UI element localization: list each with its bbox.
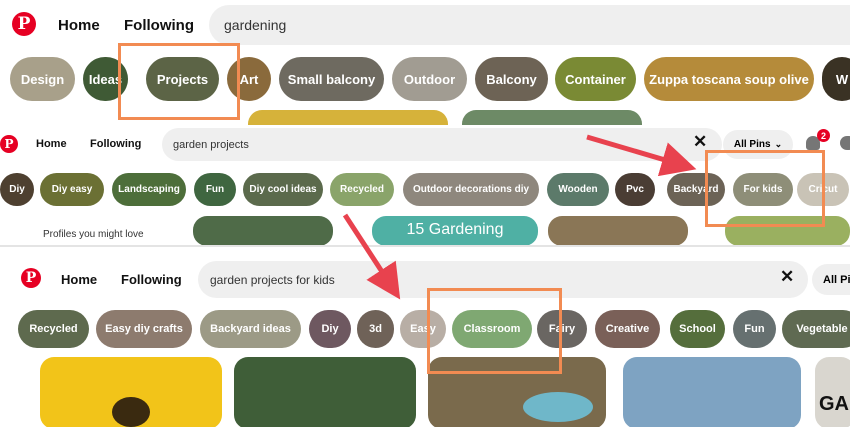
chip-recycled[interactable]: Recycled — [330, 173, 394, 206]
messages-icon[interactable] — [840, 136, 850, 150]
chip-row: Recycled Easy diy crafts Backyard ideas Diy… — [0, 310, 850, 350]
search-input[interactable]: garden projects for kids — [198, 261, 808, 298]
search-query: garden projects — [173, 138, 249, 151]
chip-pvc[interactable]: Pvc — [615, 173, 655, 206]
pin-thumbnail[interactable] — [40, 357, 222, 427]
flower-center — [112, 397, 150, 427]
chip-creative[interactable]: Creative — [595, 310, 660, 348]
chip-vegetable[interactable]: Vegetable — [782, 310, 850, 348]
screenshot-garden-projects-for-kids: P Home Following garden projects for kid… — [0, 245, 850, 427]
nav-home-link[interactable]: Home — [61, 272, 97, 287]
chip-row: Diy Diy easy Landscaping Fun Diy cool ideas R… — [0, 173, 850, 207]
chip-for-kids[interactable]: For kids — [733, 173, 793, 206]
chip-w[interactable]: W — [822, 57, 850, 101]
sidebar-profiles-text: Profiles you might love — [43, 229, 144, 240]
chip-container[interactable]: Container — [555, 57, 636, 101]
nav-home-link[interactable]: Home — [36, 138, 67, 150]
chip-classroom[interactable]: Classroom — [452, 310, 532, 348]
nav-home-link[interactable]: Home — [58, 17, 100, 34]
filter-label: All Pi — [823, 273, 850, 286]
chip-small-balcony[interactable]: Small balcony — [279, 57, 384, 101]
chip-recycled[interactable]: Recycled — [18, 310, 89, 348]
screenshot-gardening: P Home Following gardening Design Ideas Pr… — [0, 0, 850, 125]
nav-following-link[interactable]: Following — [124, 17, 194, 34]
chip-outdoor-decorations-diy[interactable]: Outdoor decorations diy — [403, 173, 539, 206]
chip-backyard[interactable]: Backyard — [667, 173, 725, 206]
nav-following-link[interactable]: Following — [90, 138, 141, 150]
chip-fun[interactable]: Fun — [194, 173, 236, 206]
chip-3d[interactable]: 3d — [357, 310, 394, 348]
pin-tile-text: 15 Gardening — [406, 221, 504, 238]
chip-diy[interactable]: Diy — [0, 173, 34, 206]
clear-search-icon[interactable]: ✕ — [693, 132, 707, 152]
chip-wooden[interactable]: Wooden — [547, 173, 609, 206]
pin-thumbnail[interactable]: GA — [815, 357, 850, 427]
search-query: garden projects for kids — [210, 272, 335, 287]
chip-fun[interactable]: Fun — [733, 310, 776, 348]
chip-easy[interactable]: Easy — [400, 310, 446, 348]
pin-tile-text: GA — [819, 393, 849, 415]
chip-fairy[interactable]: Fairy — [537, 310, 587, 348]
nav-following-link[interactable]: Following — [121, 272, 182, 287]
mosaic-tile — [523, 392, 593, 422]
chip-diy-cool-ideas[interactable]: Diy cool ideas — [243, 173, 323, 206]
chip-diy-easy[interactable]: Diy easy — [40, 173, 104, 206]
clear-search-icon[interactable]: ✕ — [780, 267, 794, 287]
filter-dropdown[interactable]: All Pi — [812, 264, 850, 295]
pin-thumbnail[interactable] — [193, 216, 333, 245]
notification-badge: 2 — [817, 129, 830, 142]
screenshot-garden-projects: P Home Following garden projects ✕ All P… — [0, 125, 850, 245]
pin-thumbnail[interactable] — [725, 216, 850, 245]
chip-landscaping[interactable]: Landscaping — [112, 173, 186, 206]
pin-thumbnail[interactable] — [428, 357, 606, 427]
chip-outdoor[interactable]: Outdoor — [392, 57, 467, 101]
filter-label: All Pins — [733, 139, 771, 150]
pinterest-logo-icon[interactable]: P — [0, 135, 18, 153]
pin-thumbnail[interactable] — [623, 357, 801, 427]
filter-dropdown[interactable]: All Pins ⌄ — [723, 130, 793, 159]
chip-cricut[interactable]: Cricut — [797, 173, 849, 206]
chip-projects[interactable]: Projects — [146, 57, 219, 101]
pinterest-logo-icon[interactable]: P — [12, 12, 36, 36]
pin-thumbnail[interactable] — [462, 110, 642, 125]
chip-art[interactable]: Art — [227, 57, 271, 101]
chip-row: Design Ideas Projects Art Small balcony Outdo… — [0, 57, 850, 103]
chevron-down-icon: ⌄ — [774, 139, 783, 149]
pin-thumbnail[interactable] — [234, 357, 416, 427]
chip-design[interactable]: Design — [10, 57, 75, 101]
search-input[interactable]: gardening — [209, 5, 850, 45]
chip-zuppa-toscana-soup-olive[interactable]: Zuppa toscana soup olive — [644, 57, 814, 101]
pinterest-logo-icon[interactable]: P — [21, 268, 41, 288]
chip-ideas[interactable]: Ideas — [83, 57, 128, 101]
pin-thumbnail[interactable] — [248, 110, 448, 125]
pin-thumbnail[interactable]: 15 Gardening — [372, 216, 538, 245]
chip-backyard-ideas[interactable]: Backyard ideas — [200, 310, 301, 348]
chip-balcony[interactable]: Balcony — [475, 57, 548, 101]
search-query: gardening — [224, 17, 287, 33]
chip-easy-diy-crafts[interactable]: Easy diy crafts — [96, 310, 192, 348]
chip-diy[interactable]: Diy — [309, 310, 351, 348]
search-input[interactable]: garden projects — [162, 128, 722, 161]
pin-thumbnail[interactable] — [548, 216, 688, 245]
chip-school[interactable]: School — [670, 310, 725, 348]
